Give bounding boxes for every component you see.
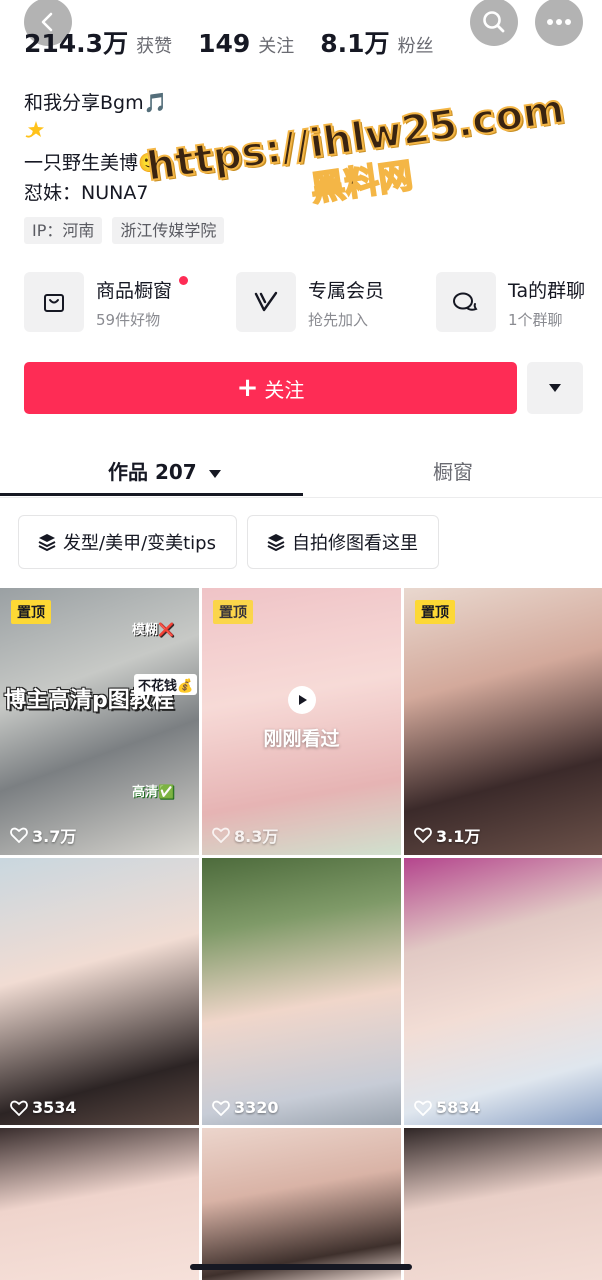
more-button[interactable] xyxy=(535,0,583,46)
ip-tag: IP：河南 xyxy=(24,217,103,244)
like-count: 3534 xyxy=(10,1098,77,1117)
video-tile[interactable]: 置顶 模糊❌ 博主高清p图教程 不花钱💰 高清✅ 3.7万 xyxy=(0,588,199,855)
like-count: 3.7万 xyxy=(10,823,76,847)
feature-subtitle: 抢先加入 xyxy=(308,311,369,329)
layers-icon xyxy=(267,534,285,552)
home-indicator[interactable] xyxy=(190,1264,412,1270)
video-thumbnail xyxy=(404,588,602,855)
video-tile[interactable]: 置顶 3.1万 xyxy=(404,588,602,855)
watermark-url: https://ihlw25.com xyxy=(143,85,568,191)
feature-title: Ta的群聊 xyxy=(508,280,586,302)
like-count: 5834 xyxy=(414,1098,481,1117)
like-count: 3.1万 xyxy=(414,823,480,847)
profile-stats: 214.3万 获赞 149 关注 8.1万 粉丝 xyxy=(24,24,460,60)
tab-shop[interactable]: 橱窗 xyxy=(433,456,473,485)
followers-count[interactable]: 8.1万 xyxy=(320,24,389,60)
video-tile[interactable] xyxy=(404,1128,602,1280)
sticker-text: 不花钱💰 xyxy=(134,674,198,695)
tab-works[interactable]: 作品 207 xyxy=(108,456,222,485)
heart-icon xyxy=(212,1100,230,1116)
follow-button[interactable]: + 关注 xyxy=(24,362,517,414)
collection-chip[interactable]: 自拍修图看这里 xyxy=(247,515,439,569)
video-tile[interactable]: 3534 xyxy=(0,858,199,1125)
bio-line xyxy=(24,118,167,148)
collection-label: 自拍修图看这里 xyxy=(292,533,418,554)
follow-label: 关注 xyxy=(264,377,305,402)
collection-chip[interactable]: 发型/美甲/变美tips xyxy=(18,515,237,569)
notification-dot xyxy=(179,276,188,285)
bio-line: 和我分享Bgm🎵 xyxy=(24,92,168,114)
profile-tabs: 作品 207 橱窗 xyxy=(0,444,602,498)
like-count: 3320 xyxy=(212,1098,279,1117)
caret-down-icon xyxy=(549,384,561,392)
video-thumbnail xyxy=(202,1128,401,1280)
search-icon xyxy=(483,11,505,33)
plus-icon: + xyxy=(236,373,259,403)
video-thumbnail xyxy=(0,1128,199,1280)
following-label[interactable]: 关注 xyxy=(258,32,294,58)
dizzy-star-icon xyxy=(25,121,44,138)
feature-title: 商品橱窗 xyxy=(96,280,173,302)
feature-title: 专属会员 xyxy=(308,280,385,302)
sticker-text: 模糊❌ xyxy=(132,623,175,638)
watermark-overlay: https://ihlw25.com 黑料网 xyxy=(143,85,573,233)
shopping-bag-icon xyxy=(24,272,84,332)
group-chat-entry[interactable]: Ta的群聊 1个群聊 xyxy=(436,272,585,332)
video-tile[interactable]: 3320 xyxy=(202,858,401,1125)
pinned-badge: 置顶 xyxy=(415,600,455,624)
recommend-dropdown-button[interactable] xyxy=(527,362,583,414)
bio-line: 一只野生美博🙂 xyxy=(24,152,162,174)
heart-icon xyxy=(10,827,28,843)
feature-subtitle: 1个群聊 xyxy=(508,311,563,329)
recently-viewed-indicator: 刚刚看过 xyxy=(202,686,401,751)
video-thumbnail xyxy=(404,1128,602,1280)
video-thumbnail xyxy=(404,858,602,1125)
layers-icon xyxy=(38,534,56,552)
collection-label: 发型/美甲/变美tips xyxy=(63,533,216,554)
recently-viewed-text: 刚刚看过 xyxy=(263,728,340,750)
heart-icon xyxy=(414,827,432,843)
tab-works-label: 作品 207 xyxy=(108,460,197,484)
collections-row: 发型/美甲/变美tips 自拍修图看这里 xyxy=(18,515,439,569)
shop-window-entry[interactable]: 商品橱窗 59件好物 xyxy=(24,272,188,332)
school-tag[interactable]: 浙江传媒学院 xyxy=(112,217,225,244)
membership-entry[interactable]: 专属会员 抢先加入 xyxy=(236,272,384,332)
profile-tags: IP：河南 浙江传媒学院 xyxy=(24,217,225,244)
chat-bubbles-icon xyxy=(436,272,496,332)
feature-entries: 商品橱窗 59件好物 专属会员 抢先加入 Ta的群聊 1个群聊 xyxy=(24,272,602,334)
heart-icon xyxy=(212,827,230,843)
search-button[interactable] xyxy=(470,0,518,46)
video-thumbnail xyxy=(202,858,401,1125)
video-tile[interactable]: 置顶 刚刚看过 8.3万 xyxy=(202,588,401,855)
more-dots-icon xyxy=(547,19,571,25)
video-tile[interactable]: 5834 xyxy=(404,858,602,1125)
video-tile[interactable] xyxy=(202,1128,401,1280)
likes-label: 获赞 xyxy=(136,36,173,57)
caret-down-icon xyxy=(208,469,221,478)
play-icon xyxy=(287,686,316,714)
following-count[interactable]: 149 xyxy=(198,29,250,58)
likes-count: 214.3万 xyxy=(24,29,129,58)
video-thumbnail xyxy=(0,858,199,1125)
pinned-badge: 置顶 xyxy=(11,600,51,624)
active-tab-indicator xyxy=(0,493,303,496)
sticker-text: 高清✅ xyxy=(132,785,175,800)
vip-v-icon xyxy=(236,272,296,332)
like-count: 8.3万 xyxy=(212,823,278,847)
pinned-badge: 置顶 xyxy=(213,600,253,624)
video-tile[interactable] xyxy=(0,1128,199,1280)
profile-bio: 和我分享Bgm🎵 一只野生美博🙂 怼妹：NUNA7 xyxy=(24,88,167,208)
heart-icon xyxy=(414,1100,432,1116)
bio-line: 怼妹：NUNA7 xyxy=(24,182,149,204)
followers-label[interactable]: 粉丝 xyxy=(398,32,434,58)
heart-icon xyxy=(10,1100,28,1116)
feature-subtitle: 59件好物 xyxy=(96,311,161,329)
